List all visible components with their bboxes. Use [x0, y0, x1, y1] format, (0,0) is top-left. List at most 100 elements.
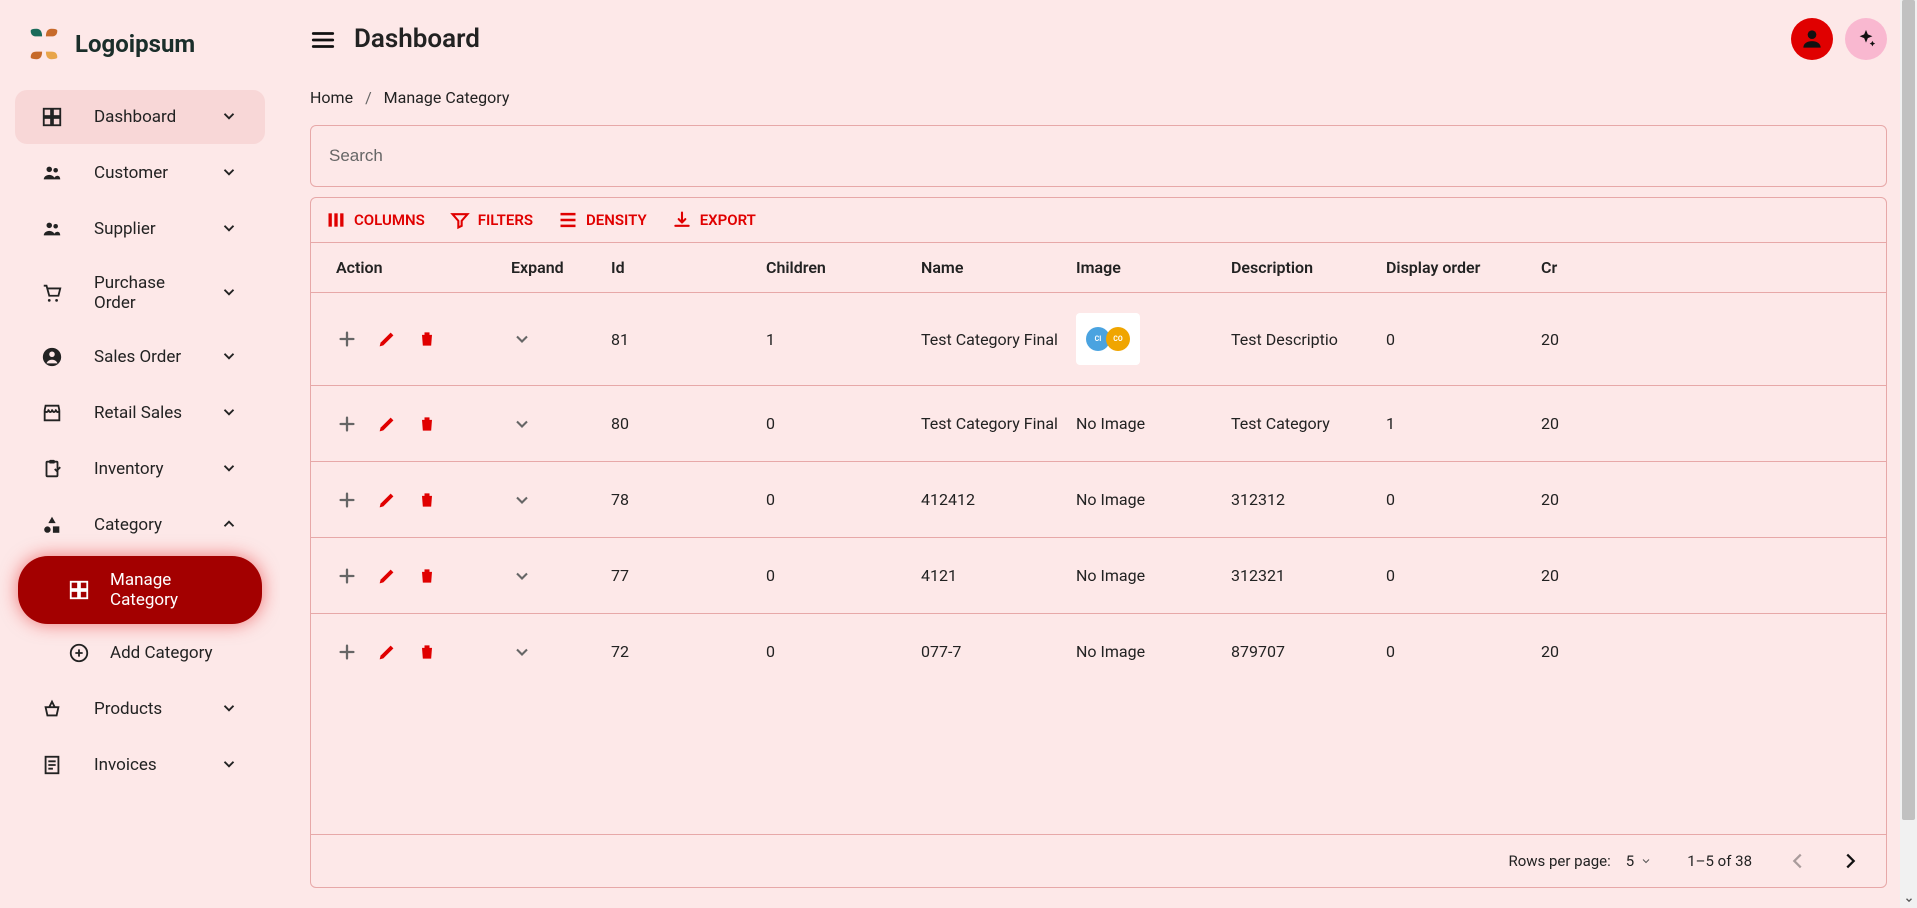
chevron-down-icon: [220, 283, 240, 303]
add-child-button[interactable]: [336, 328, 358, 350]
sidebar-item-invoices[interactable]: Invoices: [15, 738, 265, 792]
expand-row-button[interactable]: [511, 641, 533, 663]
sidebar-item-label: Products: [94, 699, 190, 719]
columns-label: COLUMNS: [354, 211, 425, 229]
prev-page-button[interactable]: [1787, 850, 1809, 872]
filters-button[interactable]: FILTERS: [450, 210, 533, 230]
sidebar-subitem-label: Manage Category: [110, 570, 237, 610]
header-display-order[interactable]: Display order: [1386, 258, 1541, 277]
sidebar-item-label: Category: [94, 515, 190, 535]
account-button[interactable]: [1791, 18, 1833, 60]
grid-scroll[interactable]: Action Expand Id Children Name Image Des…: [311, 242, 1886, 834]
edit-button[interactable]: [376, 565, 398, 587]
add-child-button[interactable]: [336, 565, 358, 587]
chevron-up-icon: [220, 515, 240, 535]
sidebar-item-label: Invoices: [94, 755, 190, 775]
no-image-text: No Image: [1076, 642, 1145, 661]
export-label: EXPORT: [700, 211, 756, 229]
search-input[interactable]: [329, 146, 1868, 166]
sidebar-item-inventory[interactable]: Inventory: [15, 442, 265, 496]
chevron-down-icon: [220, 219, 240, 239]
delete-button[interactable]: [416, 328, 438, 350]
cell-description: 879707: [1231, 642, 1386, 661]
expand-row-button[interactable]: [511, 413, 533, 435]
data-grid: COLUMNS FILTERS DENSITY EXPORT: [310, 197, 1887, 888]
header-created[interactable]: Cr: [1541, 258, 1601, 277]
filters-label: FILTERS: [478, 211, 533, 229]
logo-icon: [25, 25, 63, 63]
chevron-right-icon: [1839, 850, 1861, 872]
sidebar-item-purchase-order[interactable]: Purchase Order: [15, 258, 265, 328]
grid-header-row: Action Expand Id Children Name Image Des…: [311, 242, 1886, 292]
chevron-down-icon: [220, 163, 240, 183]
cell-display-order: 1: [1386, 414, 1541, 433]
sidebar-item-customer[interactable]: Customer: [15, 146, 265, 200]
clipboard-icon: [40, 457, 64, 481]
cell-children: 0: [766, 414, 921, 433]
cell-display-order: 0: [1386, 490, 1541, 509]
grid-toolbar: COLUMNS FILTERS DENSITY EXPORT: [311, 198, 1886, 242]
row-thumbnail: CICO: [1076, 313, 1140, 365]
page-scrollbar[interactable]: [1900, 0, 1917, 908]
add-child-button[interactable]: [336, 489, 358, 511]
sparkle-button[interactable]: [1845, 18, 1887, 60]
expand-row-button[interactable]: [511, 565, 533, 587]
delete-button[interactable]: [416, 641, 438, 663]
edit-button[interactable]: [376, 489, 398, 511]
breadcrumb-separator: /: [365, 88, 372, 107]
export-button[interactable]: EXPORT: [672, 210, 756, 230]
plus-circle-icon: [68, 642, 90, 664]
sidebar-item-sales-order[interactable]: Sales Order: [15, 330, 265, 384]
cell-image: No Image: [1076, 566, 1231, 585]
cell-image: No Image: [1076, 414, 1231, 433]
expand-row-button[interactable]: [511, 328, 533, 350]
sidebar-item-category[interactable]: Category: [15, 498, 265, 552]
sidebar-subitem-manage-category[interactable]: Manage Category: [18, 556, 262, 624]
header-action[interactable]: Action: [321, 258, 511, 277]
delete-button[interactable]: [416, 565, 438, 587]
delete-button[interactable]: [416, 489, 438, 511]
add-child-button[interactable]: [336, 413, 358, 435]
sidebar-item-retail-sales[interactable]: Retail Sales: [15, 386, 265, 440]
cell-created: 20: [1541, 330, 1601, 349]
cell-name: 412412: [921, 490, 1076, 509]
sidebar-item-products[interactable]: Products: [15, 682, 265, 736]
rows-per-page-select[interactable]: 5: [1626, 852, 1652, 870]
cell-image: No Image: [1076, 490, 1231, 509]
sidebar: Logoipsum Dashboard Customer Supplier Pu…: [0, 0, 280, 908]
header-id[interactable]: Id: [611, 258, 766, 277]
header-description[interactable]: Description: [1231, 258, 1386, 277]
sidebar-subitem-add-category[interactable]: Add Category: [18, 628, 262, 678]
columns-button[interactable]: COLUMNS: [326, 210, 425, 230]
edit-button[interactable]: [376, 328, 398, 350]
sidebar-item-label: Sales Order: [94, 347, 190, 367]
header-children[interactable]: Children: [766, 258, 921, 277]
header-name[interactable]: Name: [921, 258, 1076, 277]
logo[interactable]: Logoipsum: [0, 15, 280, 88]
rows-per-page: Rows per page: 5: [1508, 852, 1652, 870]
header-image[interactable]: Image: [1076, 258, 1231, 277]
sidebar-item-dashboard[interactable]: Dashboard: [15, 90, 265, 144]
delete-button[interactable]: [416, 413, 438, 435]
scrollbar-down-arrow[interactable]: [1900, 891, 1917, 908]
hamburger-icon[interactable]: [310, 27, 334, 51]
chevron-down-icon: [220, 403, 240, 423]
edit-button[interactable]: [376, 413, 398, 435]
app-root: Logoipsum Dashboard Customer Supplier Pu…: [0, 0, 1917, 908]
chevron-down-icon: [220, 347, 240, 367]
edit-button[interactable]: [376, 641, 398, 663]
cell-children: 0: [766, 490, 921, 509]
sidebar-item-supplier[interactable]: Supplier: [15, 202, 265, 256]
cell-display-order: 0: [1386, 566, 1541, 585]
breadcrumb-home[interactable]: Home: [310, 88, 353, 107]
density-button[interactable]: DENSITY: [558, 210, 647, 230]
scrollbar-thumb[interactable]: [1902, 0, 1915, 820]
add-child-button[interactable]: [336, 641, 358, 663]
header-expand[interactable]: Expand: [511, 258, 611, 277]
expand-row-button[interactable]: [511, 489, 533, 511]
main-area: Dashboard Home / Manage Category: [280, 0, 1917, 908]
next-page-button[interactable]: [1839, 850, 1861, 872]
dashboard-icon: [40, 105, 64, 129]
cell-display-order: 0: [1386, 330, 1541, 349]
cell-name: Test Category Final: [921, 330, 1076, 349]
